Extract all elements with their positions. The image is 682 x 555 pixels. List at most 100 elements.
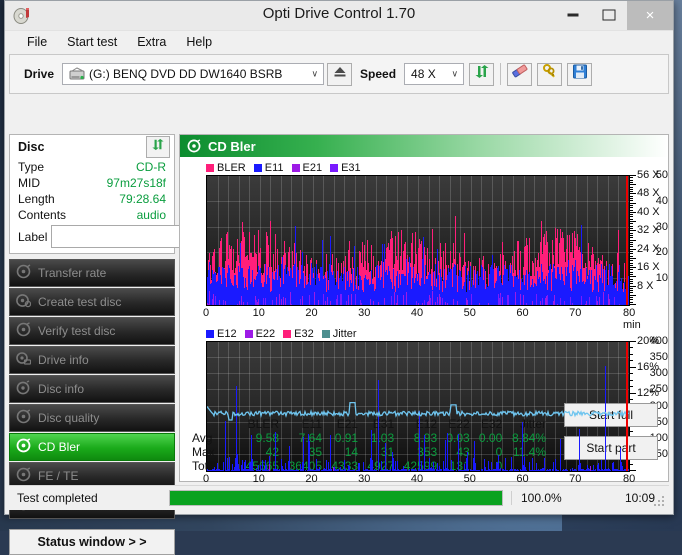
x-tick-label: 0	[203, 473, 209, 485]
right-tick-label: 8 X	[637, 280, 654, 292]
chart-bar	[265, 298, 266, 305]
x-tick-label: 30	[358, 307, 370, 319]
chart-bar	[397, 295, 398, 305]
disc-icon	[16, 264, 31, 282]
chart-bar	[241, 296, 242, 305]
chart-bar	[300, 299, 301, 305]
chart1-plot[interactable]	[206, 175, 630, 306]
legend-swatch	[330, 164, 338, 172]
chart-bar	[256, 300, 257, 305]
chart-bar	[283, 297, 284, 305]
sidebar-item-drive-info[interactable]: Drive info	[9, 346, 175, 374]
chart-bar	[243, 302, 244, 305]
legend-swatch	[245, 330, 253, 338]
sidebar-item-transfer-rate[interactable]: Transfer rate	[9, 259, 175, 287]
chart-bar	[554, 295, 555, 305]
grid-line-h	[207, 201, 629, 202]
chart-bar	[281, 299, 282, 305]
chart-bar	[215, 296, 216, 305]
chart-bar	[355, 294, 356, 305]
keys-icon	[542, 64, 558, 84]
chart-bar	[391, 296, 392, 305]
toolbar-separator	[500, 63, 501, 85]
chart-bar	[586, 301, 587, 305]
nav-list: Transfer rate Create test disc Verify te…	[9, 259, 175, 519]
save-button[interactable]	[567, 63, 592, 86]
eraser-icon	[511, 65, 528, 84]
sidebar-item-label: FE / TE	[38, 469, 78, 483]
chart-bar	[258, 299, 259, 305]
chart-bar	[564, 301, 565, 305]
sidebar: Disc Type CD-R MID	[9, 134, 175, 482]
minimize-button[interactable]	[555, 1, 591, 29]
chart-bar	[589, 297, 590, 305]
menu-item-help[interactable]: Help	[176, 33, 222, 51]
chart-bar	[447, 303, 448, 305]
disc-panel: Disc Type CD-R MID	[9, 134, 175, 254]
legend-label: E11	[265, 162, 284, 174]
chart-bar	[237, 304, 238, 305]
chart-bar	[540, 301, 541, 305]
x-tick-label: 70	[569, 473, 581, 485]
chart-panel: CD Bler BLER E11 E21 E31	[179, 134, 669, 482]
resize-grip[interactable]	[654, 496, 666, 508]
erase-button[interactable]	[507, 63, 532, 86]
disc-row-key: Type	[18, 160, 44, 174]
disc-write-icon	[16, 293, 31, 311]
maximize-icon	[603, 10, 616, 21]
minimize-icon	[568, 14, 579, 17]
menu-item-extra[interactable]: Extra	[127, 33, 176, 51]
chart1-area: 10203040508 X16 X24 X32 X40 X48 X56 X010…	[180, 175, 668, 325]
chart2-plot[interactable]	[206, 341, 630, 472]
menu-bar: File Start test Extra Help	[5, 31, 673, 53]
x-tick-label: 20	[305, 473, 317, 485]
chart-bar	[279, 294, 280, 305]
status-window-button[interactable]: Status window > >	[9, 529, 175, 555]
x-tick-label: 10	[253, 307, 265, 319]
close-button[interactable]: ×	[627, 1, 673, 30]
sidebar-item-label: Disc quality	[38, 411, 99, 425]
chart-bar	[542, 298, 543, 305]
refresh-icon	[474, 64, 490, 84]
chart-bar	[418, 303, 419, 305]
disc-quality-icon	[16, 409, 31, 427]
x-tick-label: 80 min	[623, 307, 653, 331]
eject-button[interactable]	[327, 63, 352, 86]
chart-bar	[225, 301, 226, 305]
application-window: Opti Drive Control 1.70 × File Start tes…	[4, 0, 674, 515]
legend-label: BLER	[217, 162, 246, 174]
drive-select[interactable]: (G:) BENQ DVD DD DW1640 BSRB ∨	[62, 63, 324, 85]
keys-button[interactable]	[537, 63, 562, 86]
chart-bar	[406, 292, 407, 305]
sidebar-item-label: CD Bler	[38, 440, 80, 454]
sidebar-item-disc-info[interactable]: Disc info	[9, 375, 175, 403]
refresh-button[interactable]	[469, 63, 494, 86]
legend-swatch	[206, 164, 214, 172]
status-bar: Test completed 100.0% 10:09	[9, 485, 669, 510]
chart-bar	[619, 304, 620, 305]
sidebar-item-verify-test-disc[interactable]: Verify test disc	[9, 317, 175, 345]
disc-row-key: MID	[18, 176, 40, 190]
progress-percent: 100.0%	[511, 491, 585, 505]
eject-icon	[332, 65, 347, 83]
chart-panel-title: CD Bler	[208, 139, 256, 154]
sidebar-item-disc-quality[interactable]: Disc quality	[9, 404, 175, 432]
x-tick-label: 20	[305, 307, 317, 319]
chart-bar	[213, 294, 214, 305]
x-tick-label: 60	[516, 307, 528, 319]
disc-refresh-button[interactable]	[146, 136, 170, 158]
menu-item-start-test[interactable]: Start test	[57, 33, 127, 51]
drive-icon	[16, 351, 31, 369]
chart-bar	[603, 292, 604, 305]
speed-select[interactable]: 48 X ∨	[404, 63, 464, 85]
menu-item-file[interactable]: File	[17, 33, 57, 51]
chart-bar	[599, 297, 600, 305]
maximize-button[interactable]	[591, 1, 627, 29]
chart-bar	[318, 300, 319, 305]
status-message: Test completed	[9, 491, 169, 505]
sidebar-item-cd-bler[interactable]: CD Bler	[9, 433, 175, 461]
chart-bar	[422, 303, 423, 305]
legend-label: E21	[303, 162, 323, 174]
sidebar-item-create-test-disc[interactable]: Create test disc	[9, 288, 175, 316]
chart-bar	[471, 294, 472, 305]
